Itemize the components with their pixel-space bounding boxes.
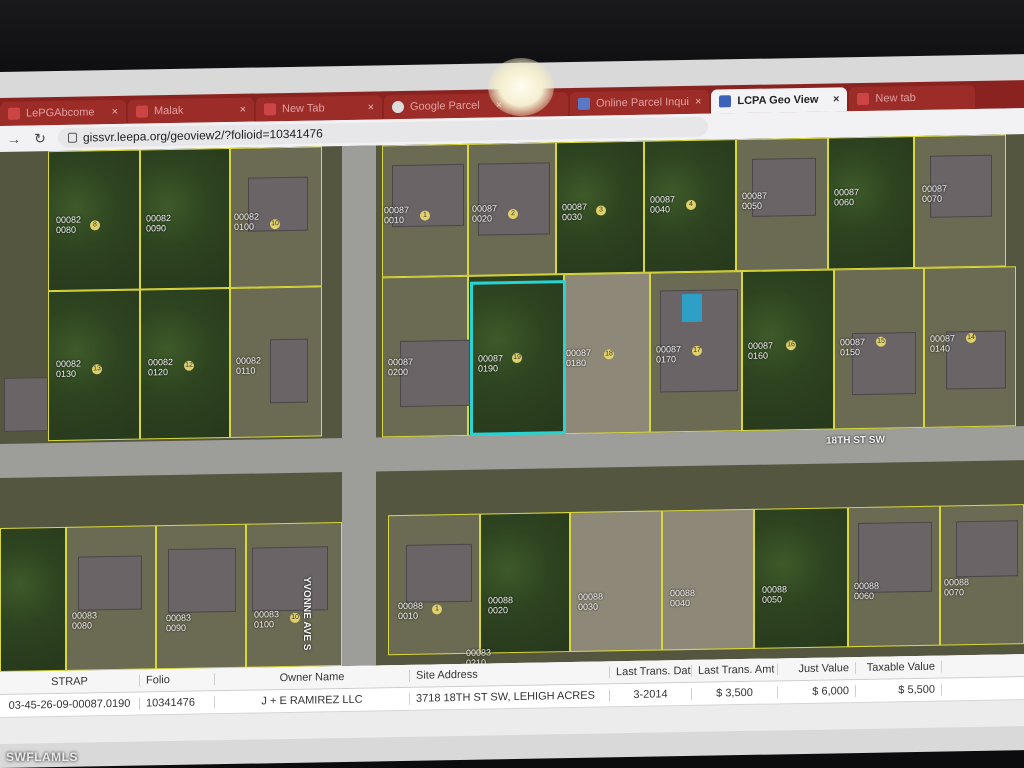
column-header[interactable]: Taxable Value: [856, 660, 942, 675]
house: [4, 377, 48, 432]
watermark: SWFLAMLS: [6, 750, 78, 764]
close-icon[interactable]: ×: [368, 101, 374, 113]
tab-label: New tab: [875, 92, 916, 105]
tab-label: LCPA Geo View: [737, 93, 819, 108]
street-label-18th-st-sw: 18TH ST SW: [826, 434, 885, 447]
lot[interactable]: [480, 512, 570, 654]
lot[interactable]: [0, 526, 66, 672]
column-header[interactable]: Site Address: [410, 666, 610, 682]
house: [270, 338, 308, 404]
lot-label: 00087 0010: [384, 204, 410, 226]
column-header[interactable]: Just Value: [778, 662, 856, 676]
table-cell: 10341476: [140, 696, 215, 710]
column-header[interactable]: Last Trans. Amt: [692, 663, 778, 677]
lot-label: 00087 0160: [748, 340, 774, 361]
lot-label: 00087 0180: [566, 347, 592, 369]
lot-label: 00087 0200: [388, 356, 414, 378]
favicon-icon: [578, 97, 590, 110]
favicon-icon: [719, 95, 732, 108]
street-label-yvonne-ave-s: YVONNE AVE S: [301, 576, 312, 651]
column-header[interactable]: Last Trans. Date: [610, 664, 692, 679]
favicon-icon: [857, 92, 870, 106]
lot-label: 00082 0090: [146, 213, 172, 234]
road-yvonne-ave-s: [342, 145, 376, 667]
url-text: gissvr.leepa.org/geoview2/?folioid=10341…: [83, 126, 323, 145]
lot-label: 00088 0070: [944, 577, 970, 598]
parcel-map[interactable]: 18TH ST SW YVONNE AVE S 00082 0080 00082…: [0, 134, 1024, 673]
tab-2[interactable]: Malak ×: [128, 97, 254, 124]
house: [78, 555, 142, 611]
lot-label: 00087 0050: [742, 190, 768, 212]
column-header[interactable]: Folio: [140, 673, 215, 687]
lot-label: 00088 0030: [578, 591, 604, 612]
tab-lcpa-geo-view[interactable]: LCPA Geo View ×: [711, 87, 848, 114]
close-icon[interactable]: ×: [833, 93, 839, 105]
lot-label: 00082 0120: [148, 356, 174, 378]
browser-window: LePGAbcome × Malak × New Tab × Google Parce…: [0, 54, 1024, 768]
column-header[interactable]: STRAP: [0, 674, 140, 689]
lock-icon: [68, 132, 77, 143]
screen-glare: [488, 58, 554, 116]
lot-label-selected: 00087 0190: [478, 353, 504, 374]
google-icon: [392, 100, 404, 114]
house: [406, 543, 472, 603]
lot-label: 00087 0060: [834, 187, 860, 208]
tab-label: Malak: [154, 104, 184, 118]
house: [252, 546, 328, 612]
lot-label: 00087 0140: [930, 333, 956, 354]
house: [478, 162, 550, 236]
forward-icon[interactable]: →: [6, 131, 22, 147]
lot-label: 00088 0060: [854, 580, 880, 602]
tab-label: LePGAbcome: [26, 106, 95, 120]
tab-3[interactable]: New Tab ×: [256, 95, 382, 122]
tab-label: Google Parcel: [410, 99, 480, 113]
pool: [682, 293, 702, 323]
table-cell: $ 3,500: [692, 686, 778, 700]
lot-label: 00083 0090: [166, 612, 192, 634]
close-icon[interactable]: ×: [112, 106, 118, 118]
close-icon[interactable]: ×: [695, 96, 701, 108]
lot-label: 00083 0080: [72, 610, 98, 631]
lot-label: 00082 0080: [56, 214, 82, 236]
table-cell: $ 6,000: [778, 685, 856, 699]
tab-1[interactable]: LePGAbcome ×: [0, 99, 126, 126]
house: [168, 547, 236, 614]
lot[interactable]: [662, 508, 754, 651]
table-cell: $ 5,500: [856, 683, 942, 698]
lot-label: 00088 0040: [670, 587, 696, 609]
lot[interactable]: [570, 510, 662, 653]
table-cell: J + E RAMIREZ LLC: [215, 692, 410, 709]
tab-8[interactable]: New tab: [849, 84, 976, 112]
tab-6[interactable]: Online Parcel Inqui ×: [570, 89, 710, 117]
tab-label: Online Parcel Inqui: [596, 95, 689, 110]
lot-label: 00088 0020: [488, 595, 514, 616]
lot-label: 00082 0130: [56, 358, 82, 380]
table-cell: 03-45-26-09-00087.0190: [0, 697, 140, 712]
lot-label: 00083 0100: [254, 609, 280, 630]
lot-label: 00082 0110: [236, 355, 262, 376]
table-cell: 3718 18TH ST SW, LEHIGH ACRES: [410, 689, 610, 705]
tab-label: New Tab: [282, 102, 325, 116]
lot[interactable]: [754, 507, 848, 649]
favicon-icon: [264, 103, 276, 116]
lot-label: 00087 0040: [650, 194, 676, 215]
lot-label: 00087 0030: [562, 201, 588, 223]
lot-label: 00087 0020: [472, 203, 498, 224]
column-header[interactable]: Owner Name: [215, 669, 410, 686]
lot-label: 00087 0170: [656, 344, 682, 365]
favicon-icon: [136, 105, 148, 118]
lot-label: 00088 0050: [762, 584, 788, 605]
lot-label: 00088 0010: [398, 600, 424, 622]
table-cell: 3-2014: [610, 687, 692, 702]
lot-label: 00087 0070: [922, 183, 948, 204]
reload-icon[interactable]: ↻: [32, 130, 48, 147]
house: [956, 520, 1018, 578]
favicon-icon: [8, 107, 20, 120]
lot-label: 00082 0100: [234, 211, 260, 232]
close-icon[interactable]: ×: [240, 104, 246, 116]
lot-label: 00087 0150: [840, 336, 866, 358]
